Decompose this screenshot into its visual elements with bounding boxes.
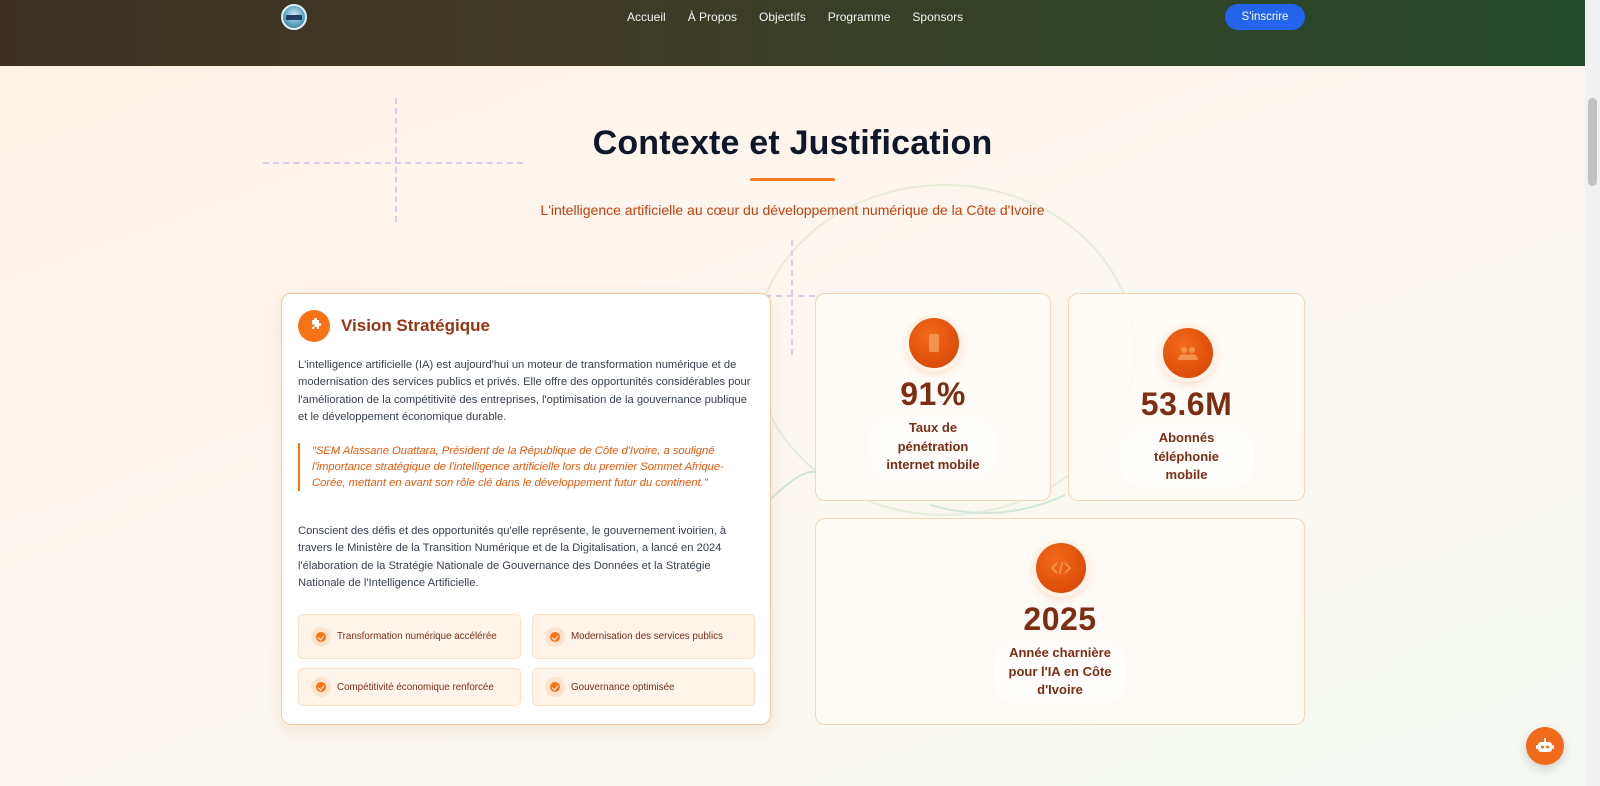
stat-label: Année charnière pour l'IA en Côte d'Ivoi… xyxy=(994,642,1126,702)
main-nav: Accueil À Propos Objectifs Programme Spo… xyxy=(627,10,985,24)
check-icon xyxy=(311,626,331,647)
chip-label: Transformation numérique accélérée xyxy=(337,631,497,642)
code-icon xyxy=(1036,543,1086,593)
nav-programme[interactable]: Programme xyxy=(828,10,891,24)
stat-value: 53.6M xyxy=(1140,386,1233,422)
signup-button[interactable]: S'inscrire xyxy=(1225,4,1305,30)
feature-chip: Transformation numérique accélérée xyxy=(298,614,521,659)
background-decoration xyxy=(754,184,1136,516)
nav-sponsors[interactable]: Sponsors xyxy=(912,10,963,24)
stat-label: Abonnés téléphonie mobile xyxy=(1119,427,1254,487)
president-quote: "SEM Alassane Ouattara, Président de la … xyxy=(298,443,738,491)
vision-title: Vision Stratégique xyxy=(341,316,490,335)
scrollbar-thumb[interactable] xyxy=(1588,98,1597,186)
title-underline xyxy=(750,178,835,181)
puzzle-icon xyxy=(298,310,330,342)
users-icon xyxy=(1163,328,1213,378)
feature-chip: Compétitivité économique renforcée xyxy=(298,668,521,706)
check-icon xyxy=(545,626,565,647)
robot-icon xyxy=(1536,738,1554,752)
mobile-icon xyxy=(909,318,959,368)
stat-label: Taux de pénétration internet mobile xyxy=(869,417,997,477)
chip-label: Compétitivité économique renforcée xyxy=(337,681,494,693)
nav-objectifs[interactable]: Objectifs xyxy=(759,10,806,24)
stat-value: 91% xyxy=(900,376,966,412)
vision-paragraph-1: L'intelligence artificielle (IA) est auj… xyxy=(298,359,751,423)
chatbot-button[interactable] xyxy=(1526,727,1564,765)
section-title: Contexte et Justification xyxy=(592,124,993,162)
chip-label: Modernisation des services publics xyxy=(571,631,723,642)
stat-card-internet: 91% Taux de pénétration internet mobile xyxy=(815,293,1051,501)
stat-value: 2025 xyxy=(1023,601,1097,637)
check-icon xyxy=(311,677,331,697)
event-logo-icon[interactable] xyxy=(281,4,307,30)
vision-paragraph-2: Conscient des défis et des opportunités … xyxy=(298,525,727,589)
feature-chip: Gouvernance optimisée xyxy=(532,668,755,706)
chip-label: Gouvernance optimisée xyxy=(571,681,675,693)
nav-a-propos[interactable]: À Propos xyxy=(688,10,737,24)
vision-card: Vision Stratégique L'intelligence artifi… xyxy=(281,293,771,725)
site-header: Accueil À Propos Objectifs Programme Spo… xyxy=(0,0,1585,66)
stat-card-subscribers: 53.6M Abonnés téléphonie mobile xyxy=(1068,293,1305,501)
check-icon xyxy=(545,677,565,697)
nav-accueil[interactable]: Accueil xyxy=(627,10,666,24)
decor-dash-h2 xyxy=(765,295,815,297)
feature-chip: Modernisation des services publics xyxy=(532,614,755,659)
stat-card-year: 2025 Année charnière pour l'IA en Côte d… xyxy=(815,518,1305,725)
section-subtitle: L'intelligence artificielle au cœur du d… xyxy=(540,202,1045,218)
decor-dash-v2 xyxy=(791,240,793,355)
